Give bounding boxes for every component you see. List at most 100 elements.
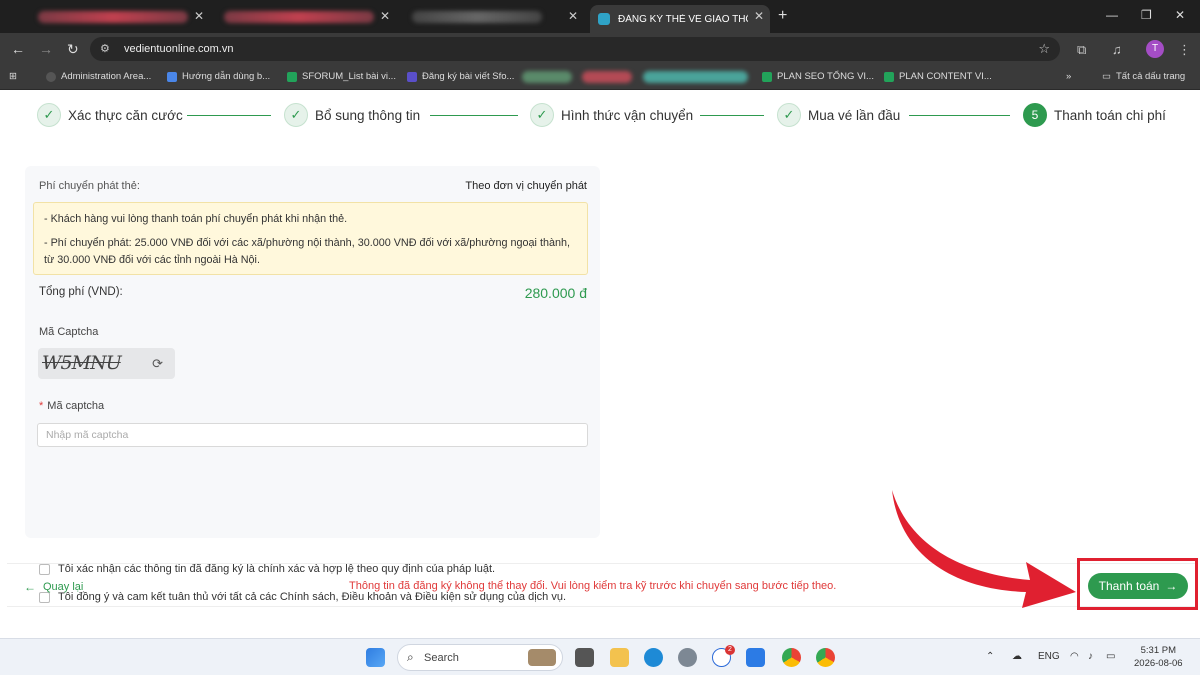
total-label: Tổng phí (VND):: [39, 286, 123, 298]
forward-arrow-icon[interactable]: →: [39, 41, 53, 57]
bookmark-favicon-icon: [287, 71, 297, 82]
check-icon: ✓: [777, 103, 801, 127]
bookmark-favicon-icon: [407, 71, 417, 82]
system-clock[interactable]: 5:31 PM 2026-08-06: [1134, 644, 1183, 670]
blurred-bookmark[interactable]: [582, 71, 632, 83]
captcha-image-text: W5MNU: [42, 352, 122, 374]
step-label: Thanh toán chi phí: [1054, 107, 1166, 123]
bookmarks-bar: ⊞ Administration Area... Hướng dẫn dùng …: [0, 65, 1200, 90]
search-icon: ⌕: [407, 650, 414, 664]
blurred-tab-title: [38, 10, 188, 23]
restore-icon[interactable]: ❐: [1141, 8, 1152, 22]
search-highlight-icon: [528, 649, 556, 666]
file-explorer-icon[interactable]: [610, 648, 629, 667]
profile-avatar[interactable]: T: [1146, 40, 1164, 58]
blurred-bookmark[interactable]: [643, 71, 748, 83]
captcha-title: Mã Captcha: [39, 326, 99, 338]
window-close-icon[interactable]: ✕: [1175, 8, 1185, 22]
media-control-icon[interactable]: ♫: [1112, 42, 1122, 57]
bookmark-label: PLAN SEO TỔNG VI...: [777, 71, 874, 82]
volume-icon[interactable]: ♪: [1088, 651, 1093, 662]
back-link[interactable]: ← Quay lại: [24, 580, 83, 594]
step-connector: [700, 115, 764, 116]
fee-value: Theo đơn vị chuyển phát: [465, 180, 587, 192]
step-connector: [187, 115, 271, 116]
step-5-current: 5 Thanh toán chi phí: [1023, 103, 1166, 127]
notification-badge: 2: [725, 645, 735, 655]
more-menu-icon[interactable]: ⋮: [1178, 42, 1191, 58]
step-2: ✓ Bổ sung thông tin: [284, 103, 420, 127]
bookmark-label: PLAN CONTENT VI...: [899, 71, 992, 82]
warning-text: Thông tin đã đăng ký không thể thay đổi.…: [349, 580, 837, 592]
fee-label: Phí chuyển phát thẻ:: [39, 180, 140, 192]
chrome-icon[interactable]: [782, 648, 801, 667]
notice-line: - Khách hàng vui lòng thanh toán phí chu…: [44, 213, 348, 225]
reload-icon[interactable]: ↻: [67, 41, 79, 58]
back-arrow-icon[interactable]: ←: [11, 41, 25, 57]
step-label: Bổ sung thông tin: [315, 107, 421, 123]
back-label: Quay lại: [43, 581, 84, 593]
extensions-icon[interactable]: ⧉: [1077, 42, 1086, 58]
bookmark-label: Hướng dẫn dùng b...: [182, 71, 271, 82]
site-info-icon[interactable]: ⚙: [100, 42, 110, 55]
bookmark-item[interactable]: Administration Area...: [46, 71, 151, 82]
apps-grid-icon[interactable]: ⊞: [9, 71, 17, 82]
step-connector: [909, 115, 1010, 116]
blurred-tab-title: [412, 10, 542, 23]
chrome-icon[interactable]: [816, 648, 835, 667]
app-icon[interactable]: [746, 648, 765, 667]
step-1: ✓ Xác thực căn cước: [37, 103, 183, 127]
new-tab-icon[interactable]: +: [778, 7, 787, 25]
edge-icon[interactable]: [644, 648, 663, 667]
bookmark-item[interactable]: SFORUM_List bài vi...: [287, 71, 396, 82]
bookmark-star-icon[interactable]: ☆: [1038, 41, 1050, 57]
annotation-arrow-icon: [892, 490, 1076, 608]
close-icon[interactable]: ✕: [194, 9, 204, 23]
step-4: ✓ Mua vé lần đầu: [777, 103, 900, 127]
close-icon[interactable]: ✕: [380, 9, 390, 23]
bookmark-item[interactable]: Hướng dẫn dùng b...: [167, 71, 270, 82]
step-label: Hình thức vận chuyển: [561, 107, 694, 123]
close-icon[interactable]: ✕: [754, 9, 764, 23]
minimize-icon[interactable]: —: [1106, 8, 1118, 22]
browser-tab[interactable]: ✕: [404, 5, 584, 28]
start-icon[interactable]: [366, 648, 385, 667]
close-icon[interactable]: ✕: [568, 9, 578, 23]
browser-toolbar: ← → ↻ ⚙ vedientuonline.com.vn ☆ ⧉ ♫ T ⋮: [0, 33, 1200, 65]
browser-tab[interactable]: ✕: [216, 5, 396, 28]
bookmark-label: Administration Area...: [61, 71, 152, 82]
settings-icon[interactable]: [678, 648, 697, 667]
windows-taskbar: ⌕ Search 2 ⌃ ☁ ENG ◠ ♪ ▭ 5:31 PM 2026-08…: [0, 638, 1200, 675]
search-label: Search: [424, 652, 459, 664]
battery-icon[interactable]: ▭: [1106, 651, 1115, 662]
clock-time: 5:31 PM: [1140, 645, 1176, 656]
captcha-image: W5MNU ⟳: [38, 348, 175, 379]
captcha-input[interactable]: [37, 423, 588, 447]
refresh-captcha-icon[interactable]: ⟳: [152, 356, 163, 372]
notice-line: - Phí chuyển phát: 25.000 VNĐ đối với cá…: [44, 237, 570, 266]
blurred-tab-title: [224, 10, 374, 23]
browser-tab[interactable]: ✕: [30, 5, 210, 28]
more-bookmarks-icon[interactable]: »: [1066, 71, 1071, 82]
bookmark-item[interactable]: PLAN SEO TỔNG VI...: [762, 71, 874, 82]
chevron-up-icon[interactable]: ⌃: [986, 651, 994, 662]
url-text: vedientuonline.com.vn: [124, 43, 234, 55]
language-indicator[interactable]: ENG: [1038, 651, 1060, 662]
bookmark-item[interactable]: Đăng ký bài viết Sfo...: [407, 71, 514, 82]
payment-card: Phí chuyển phát thẻ: Theo đơn vị chuyển …: [25, 166, 600, 603]
step-connector: [430, 115, 518, 116]
address-bar[interactable]: ⚙ vedientuonline.com.vn ☆: [90, 37, 1060, 61]
task-view-icon[interactable]: [575, 648, 594, 667]
taskbar-search[interactable]: ⌕ Search: [397, 644, 563, 671]
cloud-icon[interactable]: ☁: [1012, 651, 1022, 662]
browser-tab-bar: ✕ ✕ ✕ ĐĂNG KÝ THẺ VÉ GIAO THÔNG ✕ + — ❐ …: [0, 0, 1200, 33]
browser-tab-active[interactable]: ĐĂNG KÝ THẺ VÉ GIAO THÔNG ✕: [590, 5, 770, 33]
all-bookmarks-folder[interactable]: ▭ Tất cả dấu trang: [1102, 71, 1185, 82]
bookmark-label: SFORUM_List bài vi...: [302, 71, 396, 82]
bookmark-item[interactable]: PLAN CONTENT VI...: [884, 71, 992, 82]
wifi-icon[interactable]: ◠: [1070, 651, 1079, 662]
total-value: 280.000 đ: [524, 285, 587, 301]
sheets-icon: [884, 71, 894, 82]
blurred-bookmark[interactable]: [522, 71, 572, 83]
site-favicon-icon: [598, 13, 610, 25]
